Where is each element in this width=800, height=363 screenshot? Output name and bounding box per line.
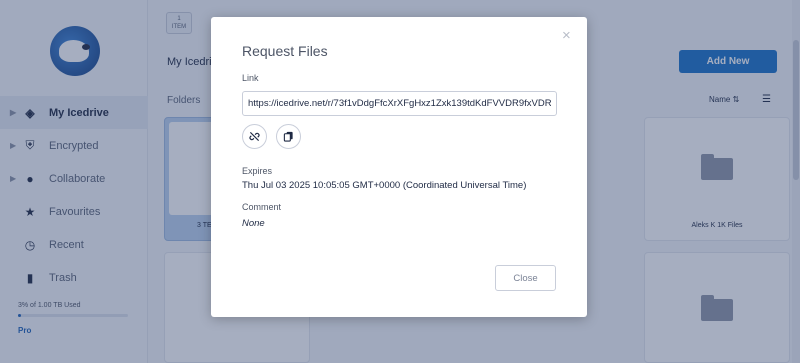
comment-label: Comment [242,202,282,212]
request-files-dialog: Request Files × Link Expires Thu Jul 03 … [211,17,587,317]
expires-value: Thu Jul 03 2025 10:05:05 GMT+0000 (Coord… [242,180,527,191]
close-button[interactable]: Close [495,265,556,291]
comment-value: None [242,218,265,229]
link-label: Link [242,73,259,83]
copy-icon [283,131,293,142]
unlink-icon [249,131,260,142]
expires-label: Expires [242,166,273,176]
close-icon[interactable]: × [562,27,571,44]
dialog-title: Request Files [242,43,328,59]
remove-link-button[interactable] [242,124,267,149]
link-field[interactable] [242,91,557,116]
copy-link-button[interactable] [276,124,301,149]
